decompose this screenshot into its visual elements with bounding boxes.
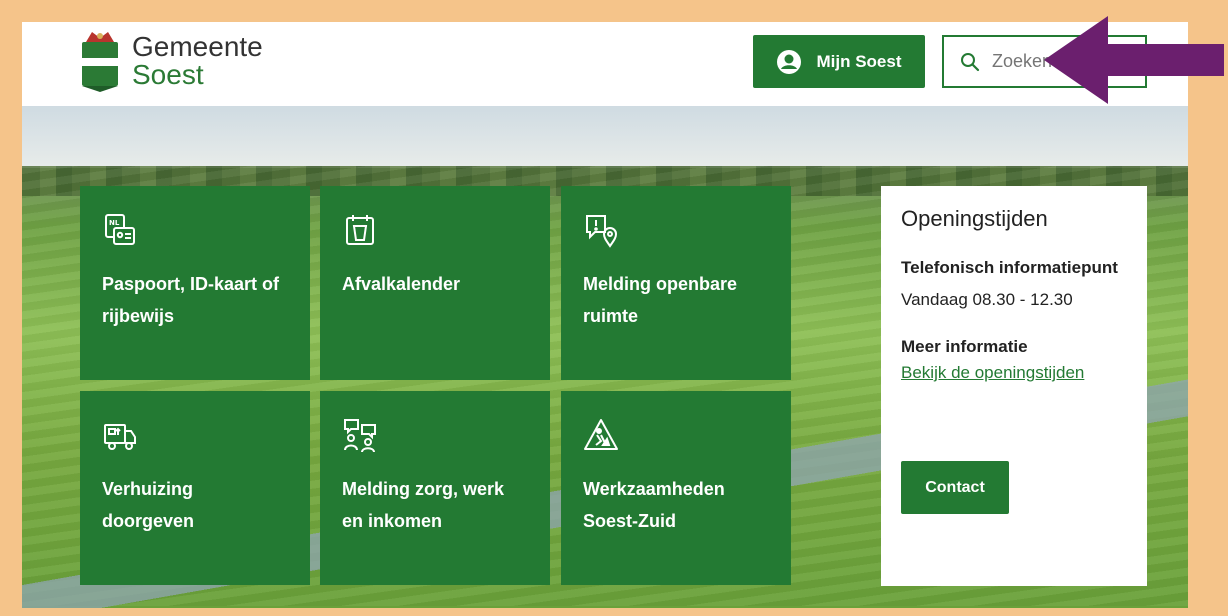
waste-bin-calendar-icon xyxy=(346,215,374,245)
tile-werkzaamheden[interactable]: Werkzaamheden Soest-Zuid xyxy=(561,391,791,585)
contact-button[interactable]: Contact xyxy=(901,461,1009,514)
opening-hours-title: Openingstijden xyxy=(901,206,1048,231)
mijn-soest-button[interactable]: Mijn Soest xyxy=(753,35,925,88)
tile-label: Afvalkalender xyxy=(342,274,461,294)
page: Gemeente Soest Mijn Soest Zoeken NL Pasp… xyxy=(22,22,1188,608)
report-location-icon xyxy=(586,215,618,248)
mijn-soest-label: Mijn Soest xyxy=(816,51,902,71)
tile-label: Melding openbare ruimte xyxy=(583,274,738,326)
tile-label: Paspoort, ID-kaart of rijbewijs xyxy=(102,274,280,326)
logo-text-soest: Soest xyxy=(132,59,204,90)
annotation-arrow-icon xyxy=(1044,16,1224,104)
logo-text-gemeente: Gemeente xyxy=(132,31,263,62)
tile-label: Verhuizing doorgeven xyxy=(102,479,195,531)
tile-verhuizing[interactable]: Verhuizing doorgeven xyxy=(80,391,310,585)
tile-label: Werkzaamheden Soest-Zuid xyxy=(583,479,725,531)
tile-melding-zorg[interactable]: Melding zorg, werk en inkomen xyxy=(320,391,550,585)
opening-hours-link[interactable]: Bekijk de openingstijden xyxy=(901,360,1084,386)
moving-truck-icon xyxy=(104,424,136,450)
more-info-label: Meer informatie xyxy=(901,337,1028,356)
today-hours: Vandaag 08.30 - 12.30 xyxy=(901,290,1073,309)
tile-paspoort[interactable]: NL Paspoort, ID-kaart of rijbewijs xyxy=(80,186,310,380)
tile-label: Melding zorg, werk en inkomen xyxy=(342,479,505,531)
coat-of-arms-icon xyxy=(82,32,118,92)
user-account-icon xyxy=(777,49,802,74)
site-logo[interactable]: Gemeente Soest xyxy=(78,28,263,94)
tile-afvalkalender[interactable]: Afvalkalender xyxy=(320,186,550,380)
people-chat-icon xyxy=(344,419,376,453)
svg-text:NL: NL xyxy=(109,219,120,227)
tile-melding-openbare-ruimte[interactable]: Melding openbare ruimte xyxy=(561,186,791,380)
opening-hours-panel: Openingstijden Telefonisch informatiepun… xyxy=(881,186,1147,586)
id-card-icon: NL xyxy=(105,214,135,245)
phone-info-label: Telefonisch informatiepunt xyxy=(901,258,1118,277)
site-header: Gemeente Soest Mijn Soest xyxy=(22,22,1188,106)
road-works-icon xyxy=(584,419,618,450)
search-icon xyxy=(961,52,980,71)
